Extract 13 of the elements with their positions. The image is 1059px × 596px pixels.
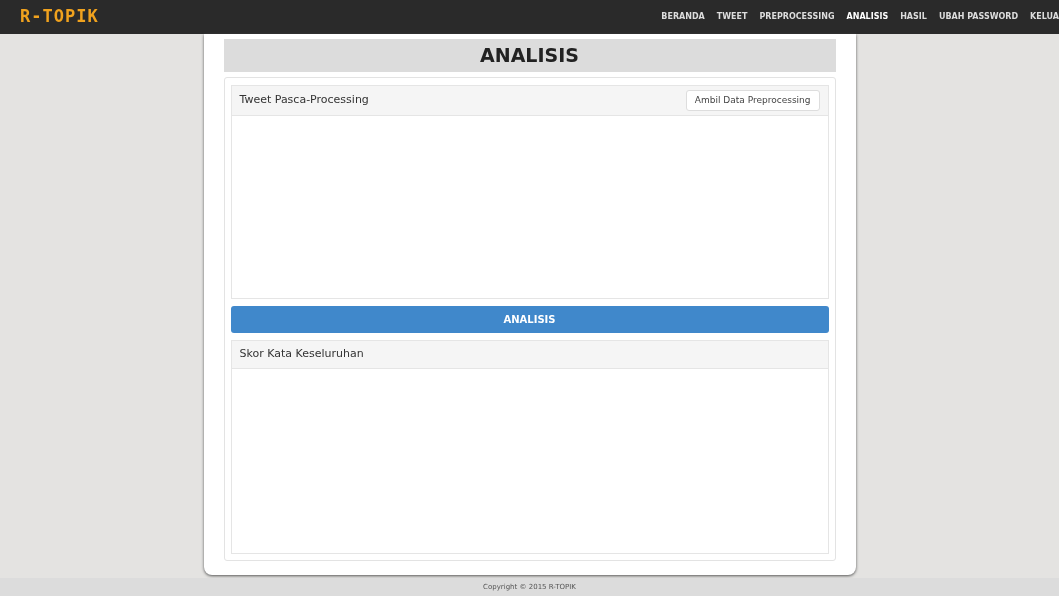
nav-link[interactable]: KELUA (1030, 11, 1059, 23)
nav-link[interactable]: HASIL (900, 11, 927, 23)
fetch-data-button[interactable]: Ambil Data Preprocessing (685, 89, 820, 111)
nav-link[interactable]: TWEET (716, 11, 748, 23)
panel-title: Skor Kata Keseluruhan (239, 346, 364, 362)
nav-link[interactable]: BERANDA (661, 11, 705, 23)
panel-title: Tweet Pasca-Processing (239, 92, 369, 108)
brand-logo[interactable]: R-TOPIK (20, 4, 99, 30)
nav-link[interactable]: PREPROCESSING (759, 11, 835, 23)
nav-link[interactable]: UBAH PASSWORD (938, 11, 1019, 23)
page-title: ANALISIS (223, 39, 836, 72)
nav-link[interactable]: ANALISIS (846, 11, 889, 23)
analyze-button[interactable]: ANALISIS (230, 305, 829, 333)
